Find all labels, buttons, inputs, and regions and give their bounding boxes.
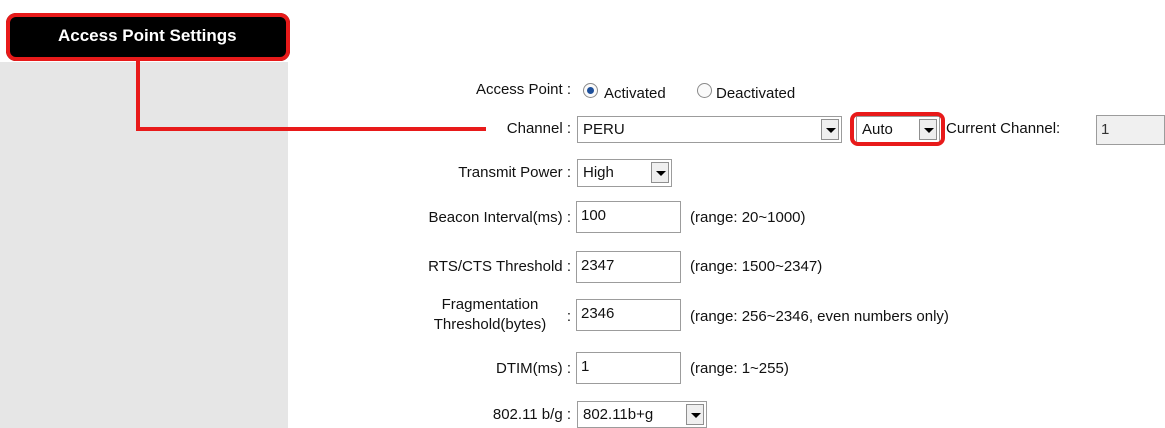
mode-label: 802.11 b/g :: [492, 406, 571, 423]
fragmentation-input[interactable]: 2346: [576, 299, 681, 331]
mode-select[interactable]: 802.11b+g: [577, 401, 707, 428]
deactivated-radio[interactable]: [697, 83, 712, 98]
dtim-input[interactable]: 1: [576, 352, 681, 384]
current-channel-label: Current Channel:: [946, 120, 1061, 137]
chevron-down-icon: [686, 404, 704, 425]
section-title: Access Point Settings: [58, 26, 237, 45]
fragmentation-label-line1: Fragmentation: [441, 296, 539, 313]
rts-cts-input[interactable]: 2347: [576, 251, 681, 283]
fragmentation-colon: :: [566, 308, 571, 325]
rts-cts-hint: (range: 1500~2347): [690, 258, 823, 275]
activated-radio[interactable]: [583, 83, 598, 98]
transmit-power-label: Transmit Power :: [458, 164, 571, 181]
current-channel-field: 1: [1096, 115, 1165, 145]
fragmentation-label: Fragmentation Threshold(bytes): [420, 295, 560, 335]
transmit-power-value: High: [583, 164, 614, 181]
dtim-label: DTIM(ms) :: [496, 360, 571, 377]
region-select[interactable]: PERU: [577, 116, 842, 143]
fragmentation-label-line2: Threshold(bytes): [433, 316, 547, 333]
beacon-interval-label: Beacon Interval(ms) :: [428, 209, 571, 226]
chevron-down-icon: [651, 162, 669, 183]
beacon-interval-hint: (range: 20~1000): [690, 209, 806, 226]
region-select-value: PERU: [583, 121, 625, 138]
chevron-down-icon: [821, 119, 839, 140]
activated-label: Activated: [604, 85, 666, 102]
beacon-interval-input[interactable]: 100: [576, 201, 681, 233]
dtim-hint: (range: 1~255): [690, 360, 789, 377]
access-point-label: Access Point :: [475, 81, 571, 98]
channel-highlight: [850, 112, 945, 146]
mode-select-value: 802.11b+g: [583, 406, 654, 423]
rts-cts-label: RTS/CTS Threshold :: [428, 258, 571, 275]
sidebar: [0, 62, 288, 428]
channel-label: Channel :: [506, 120, 571, 137]
transmit-power-select[interactable]: High: [577, 159, 672, 187]
deactivated-label: Deactivated: [716, 85, 796, 102]
fragmentation-hint: (range: 256~2346, even numbers only): [690, 308, 949, 325]
callout-line-vertical: [136, 60, 140, 131]
